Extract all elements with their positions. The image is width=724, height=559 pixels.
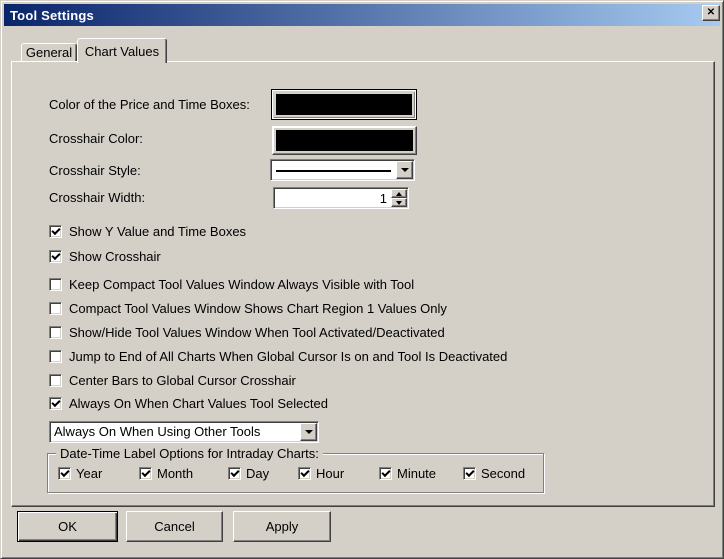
show-crosshair-checkbox[interactable] — [49, 250, 62, 263]
always-on-chart-values-tool-label[interactable]: Always On When Chart Values Tool Selecte… — [69, 397, 328, 411]
price-time-boxes-color-swatch — [276, 94, 412, 115]
apply-button[interactable]: Apply — [233, 511, 331, 542]
month-checkbox[interactable] — [139, 467, 152, 480]
crosshair-color-label: Crosshair Color: — [49, 131, 143, 146]
hour-label[interactable]: Hour — [316, 467, 344, 481]
always-on-chart-values-tool-checkbox[interactable] — [49, 397, 62, 410]
crosshair-style-select[interactable] — [270, 159, 415, 181]
close-icon: ✕ — [706, 7, 716, 18]
year-label[interactable]: Year — [76, 467, 102, 481]
spinner-buttons — [391, 189, 407, 207]
always-on-other-tools-value-wrap: Always On When Using Other Tools — [50, 422, 299, 442]
chevron-down-icon — [400, 168, 409, 172]
always-on-other-tools-value: Always On When Using Other Tools — [54, 424, 261, 439]
tool-settings-dialog: Tool Settings ✕ General Chart Values Col… — [0, 0, 724, 559]
crosshair-width-down-button[interactable] — [391, 198, 407, 207]
chevron-up-icon — [396, 191, 402, 196]
tab-general-label: General — [25, 45, 73, 60]
second-checkbox[interactable] — [463, 467, 476, 480]
always-on-other-tools-dropdown-button[interactable] — [300, 423, 317, 441]
crosshair-style-dropdown-button[interactable] — [396, 161, 413, 179]
month-label[interactable]: Month — [157, 467, 193, 481]
tab-general[interactable]: General — [21, 43, 77, 61]
show-hide-tool-values-window-checkbox[interactable] — [49, 326, 62, 339]
price-time-boxes-color-label: Color of the Price and Time Boxes: — [49, 97, 250, 112]
solid-line-icon — [276, 170, 391, 172]
show-crosshair-label[interactable]: Show Crosshair — [69, 250, 161, 264]
compact-tool-values-region1-checkbox[interactable] — [49, 302, 62, 315]
cancel-button[interactable]: Cancel — [126, 511, 223, 542]
crosshair-color-swatch — [276, 130, 413, 151]
crosshair-style-label: Crosshair Style: — [49, 163, 141, 178]
chevron-down-icon — [396, 200, 402, 205]
show-y-value-and-time-boxes-checkbox[interactable] — [49, 225, 62, 238]
crosshair-width-spinner: 1 — [273, 187, 409, 209]
keep-compact-tool-values-visible-checkbox[interactable] — [49, 278, 62, 291]
chevron-down-icon — [304, 430, 313, 434]
ok-button[interactable]: OK — [17, 511, 118, 542]
day-checkbox[interactable] — [228, 467, 241, 480]
second-label[interactable]: Second — [481, 467, 525, 481]
crosshair-width-value: 1 — [379, 190, 387, 206]
show-hide-tool-values-window-label[interactable]: Show/Hide Tool Values Window When Tool A… — [69, 326, 445, 340]
keep-compact-tool-values-visible-label[interactable]: Keep Compact Tool Values Window Always V… — [69, 278, 414, 292]
crosshair-color-button[interactable] — [272, 126, 417, 155]
price-time-boxes-color-button[interactable] — [271, 89, 417, 120]
jump-to-end-of-charts-label[interactable]: Jump to End of All Charts When Global Cu… — [69, 350, 507, 364]
title-bar: Tool Settings — [4, 4, 720, 26]
crosshair-width-input[interactable]: 1 — [274, 188, 390, 208]
crosshair-style-selected-preview — [271, 160, 395, 180]
crosshair-width-label: Crosshair Width: — [49, 190, 146, 205]
datetime-label-options-group-title: Date-Time Label Options for Intraday Cha… — [56, 447, 323, 460]
always-on-other-tools-select[interactable]: Always On When Using Other Tools — [49, 421, 319, 443]
day-label[interactable]: Day — [246, 467, 269, 481]
show-y-value-and-time-boxes-label[interactable]: Show Y Value and Time Boxes — [69, 225, 246, 239]
jump-to-end-of-charts-checkbox[interactable] — [49, 350, 62, 363]
hour-checkbox[interactable] — [298, 467, 311, 480]
center-bars-global-cursor-label[interactable]: Center Bars to Global Cursor Crosshair — [69, 374, 296, 388]
tab-chart-values-label: Chart Values — [84, 43, 160, 59]
close-button[interactable]: ✕ — [702, 5, 720, 21]
tab-chart-values[interactable]: Chart Values — [77, 38, 167, 63]
window-title: Tool Settings — [10, 7, 94, 23]
crosshair-width-up-button[interactable] — [391, 189, 407, 198]
minute-checkbox[interactable] — [379, 467, 392, 480]
compact-tool-values-region1-label[interactable]: Compact Tool Values Window Shows Chart R… — [69, 302, 447, 316]
year-checkbox[interactable] — [58, 467, 71, 480]
minute-label[interactable]: Minute — [397, 467, 436, 481]
center-bars-global-cursor-checkbox[interactable] — [49, 374, 62, 387]
